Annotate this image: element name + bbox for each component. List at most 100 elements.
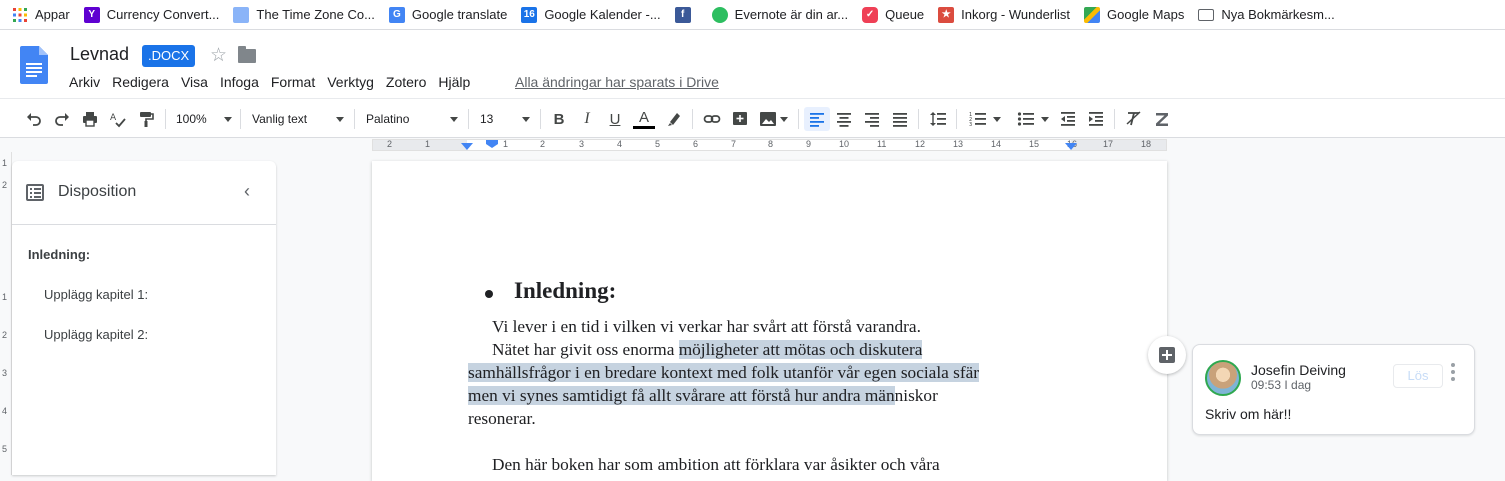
bookmark-queue[interactable]: ✓ Queue [862,6,924,23]
bookmark-currency[interactable]: Y Currency Convert... [83,6,219,23]
menu-zotero[interactable]: Zotero [386,74,426,90]
outline-item-kapitel-1[interactable]: Upplägg kapitel 1: [44,287,148,302]
menu-insert[interactable]: Infoga [220,74,259,90]
add-comment-icon[interactable] [728,107,752,131]
left-indent-marker-icon[interactable] [461,143,473,151]
ruler-label: 1 [425,139,431,149]
ruler-label: 11 [877,139,887,149]
style-value: Vanlig text [252,112,308,126]
facebook-icon: f [674,6,691,23]
zotero-icon[interactable] [1150,107,1174,131]
redo-icon[interactable] [50,107,74,131]
increase-indent-icon[interactable] [1084,107,1108,131]
bulleted-list-icon[interactable] [1012,107,1054,131]
font-size-select[interactable]: 13 [480,107,530,131]
wunderlist-icon: ★ [938,6,955,23]
text-color-icon[interactable]: A [632,107,656,131]
add-comment-button[interactable] [1148,336,1186,374]
outline-item-kapitel-2[interactable]: Upplägg kapitel 2: [44,327,148,342]
line-spacing-icon[interactable] [926,107,950,131]
save-status-link[interactable]: Alla ändringar har sparats i Drive [515,74,719,90]
outline-item-inledning[interactable]: Inledning: [28,247,90,262]
translate-icon: G [388,6,405,23]
ruler-label: 9 [806,139,812,149]
underline-icon[interactable]: U [604,107,626,131]
heading-inledning[interactable]: Inledning: [514,279,616,302]
bookmark-evernote[interactable]: Evernote är din ar... [711,6,848,23]
document-title[interactable]: Levnad [70,44,129,65]
align-center-icon[interactable] [832,107,856,131]
bookmark-facebook[interactable]: f [674,6,698,23]
evernote-icon [711,6,728,23]
document-page[interactable]: Inledning: Vi lever i en tid i vilken vi… [372,161,1167,481]
font-size-value: 13 [480,112,494,126]
paragraph-line[interactable]: Den här boken har som ambition att förkl… [492,453,940,476]
ruler-label: 3 [579,139,585,149]
align-left-icon[interactable] [804,107,830,131]
paragraph-line[interactable]: Nätet har givit oss enorma möjligheter a… [492,338,923,361]
align-justify-icon[interactable] [888,107,912,131]
ruler-track: 2 1 1 2 3 4 5 6 7 8 9 10 11 12 13 14 15 … [372,139,1167,151]
bookmark-label: Nya Bokmärkesm... [1221,7,1335,22]
bookmark-apps[interactable]: Appar [12,7,70,23]
vertical-ruler[interactable]: 1 2 1 2 3 4 5 [0,152,12,475]
more-options-icon[interactable] [1451,363,1455,381]
right-indent-marker-icon[interactable] [1065,143,1077,151]
move-folder-icon[interactable] [238,46,256,63]
first-line-indent-marker-icon[interactable] [486,140,498,148]
horizontal-ruler[interactable]: 2 1 1 2 3 4 5 6 7 8 9 10 11 12 13 14 15 … [0,138,1505,152]
ruler-label: 2 [2,330,8,340]
paragraph-style-select[interactable]: Vanlig text [252,107,344,131]
paragraph-line[interactable]: samhällsfrågor i en bredare kontext med … [468,361,980,384]
star-icon[interactable]: ☆ [210,44,227,67]
comment-author: Josefin Deiving [1251,362,1346,378]
formatting-toolbar: A 100% Vanlig text Palatino 13 B I U A 1… [0,98,1505,138]
ruler-label: 2 [540,139,546,149]
spellcheck-icon[interactable]: A [106,107,130,131]
commented-text[interactable]: möjligheter att mötas och diskutera [678,340,923,359]
menu-help[interactable]: Hjälp [438,74,470,90]
bookmark-label: Appar [35,7,70,22]
comment-card[interactable]: Josefin Deiving 09:53 I dag Lös Skriv om… [1192,344,1475,435]
resolve-button[interactable]: Lös [1393,364,1443,388]
clear-formatting-icon[interactable] [1122,107,1146,131]
menu-tools[interactable]: Verktyg [327,74,374,90]
menu-bar: Arkiv Redigera Visa Infoga Format Verkty… [69,74,482,90]
bookmark-translate[interactable]: G Google translate [388,6,507,23]
paint-format-icon[interactable] [134,107,158,131]
numbered-list-icon[interactable]: 123 [964,107,1006,131]
menu-edit[interactable]: Redigera [112,74,169,90]
menu-format[interactable]: Format [271,74,315,90]
menu-view[interactable]: Visa [181,74,208,90]
text-run: Nätet har givit oss enorma [492,340,679,359]
paragraph-line[interactable]: Vi lever i en tid i vilken vi verkar har… [492,315,921,338]
commented-text[interactable]: samhällsfrågor i en bredare kontext med … [468,363,980,382]
bookmark-folder[interactable]: Nya Bokmärkesm... [1198,7,1335,22]
chevron-down-icon [336,117,344,122]
align-right-icon[interactable] [860,107,884,131]
paragraph-line[interactable]: resonerar. [468,407,536,430]
highlight-color-icon[interactable] [662,107,686,131]
font-select[interactable]: Palatino [366,107,458,131]
link-icon[interactable] [700,107,724,131]
italic-icon[interactable]: I [576,107,598,131]
ruler-label: 8 [768,139,774,149]
outline-list-icon [26,184,44,201]
undo-icon[interactable] [22,107,46,131]
ruler-label: 15 [1029,139,1040,149]
toolbar-separator [918,109,919,129]
bold-icon[interactable]: B [548,107,570,131]
google-docs-logo-icon[interactable] [20,46,48,84]
zoom-select[interactable]: 100% [176,107,232,131]
close-outline-chevron-left-icon[interactable]: ‹ [244,181,250,202]
print-icon[interactable] [78,107,102,131]
insert-image-icon[interactable] [756,107,790,131]
paragraph-line[interactable]: men vi synes samtidigt få allt svårare a… [468,384,938,407]
bookmark-timezone[interactable]: The Time Zone Co... [233,6,375,23]
bookmark-wunderlist[interactable]: ★ Inkorg - Wunderlist [938,6,1070,23]
commented-text[interactable]: men vi synes samtidigt få allt svårare a… [468,386,895,405]
bookmark-maps[interactable]: Google Maps [1084,6,1184,23]
menu-file[interactable]: Arkiv [69,74,100,90]
bookmark-calendar[interactable]: 16 Google Kalender -... [521,6,661,23]
decrease-indent-icon[interactable] [1056,107,1080,131]
